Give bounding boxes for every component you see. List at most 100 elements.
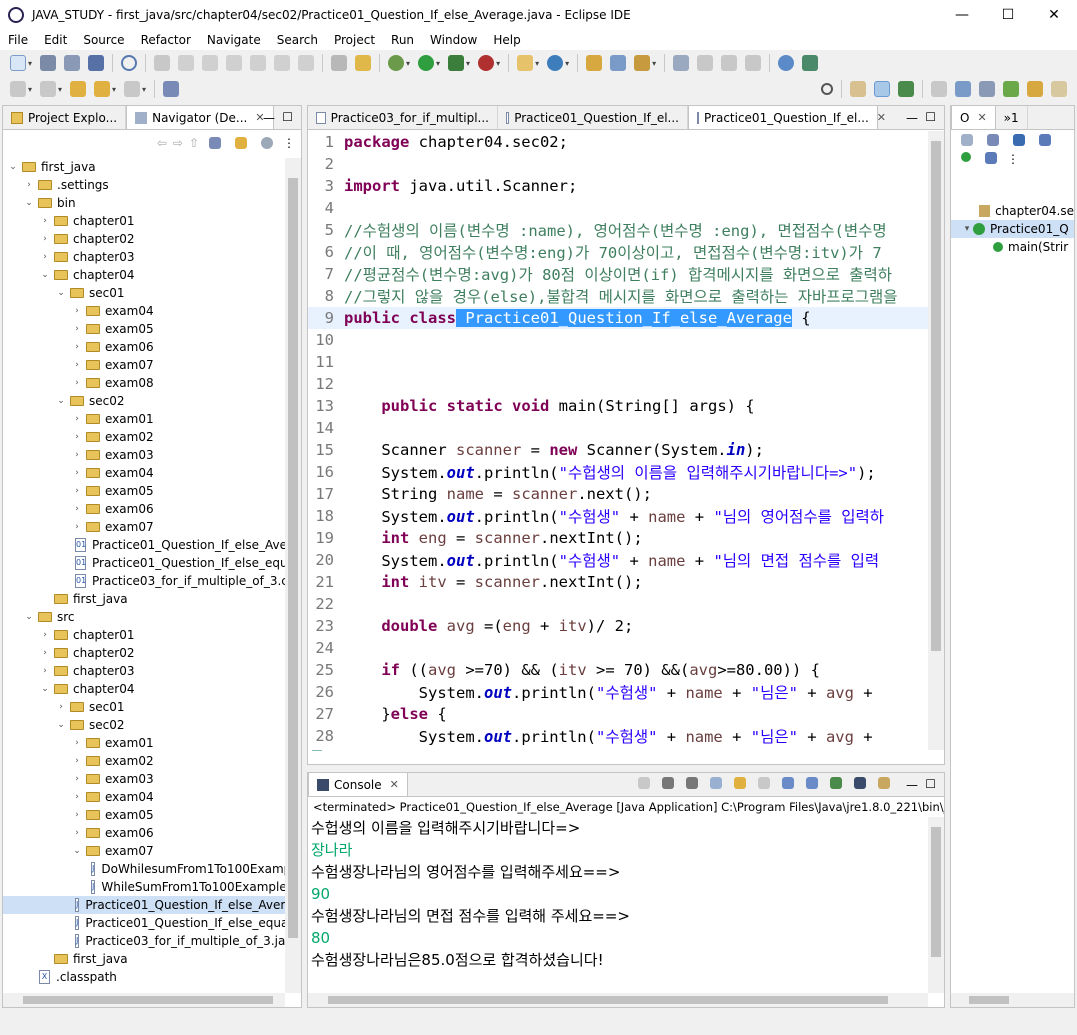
expand-arrow-icon[interactable]: ›	[71, 522, 83, 532]
resume-icon[interactable]	[154, 55, 171, 71]
pin-editor-icon[interactable]	[745, 55, 762, 71]
tree-item[interactable]: › .settings	[3, 176, 287, 194]
tree-item[interactable]: 01 Practice01_Question_If_else_Average.cl…	[3, 536, 287, 554]
expand-arrow-icon[interactable]: ›	[39, 216, 51, 226]
debug-icon[interactable]	[388, 55, 405, 71]
code-line[interactable]: 17 String name = scanner.next();	[308, 483, 928, 505]
tree-item[interactable]: › exam01	[3, 410, 287, 428]
expand-arrow-icon[interactable]: ⌄	[23, 198, 35, 208]
toggle-block-icon[interactable]	[331, 55, 348, 71]
terminal-icon[interactable]	[88, 55, 105, 71]
maximize-console-icon[interactable]: ☐	[925, 777, 936, 791]
tree-item[interactable]: › exam05	[3, 806, 287, 824]
remove-all-icon[interactable]	[686, 777, 698, 789]
last-edit-icon[interactable]	[721, 55, 738, 71]
tree-item[interactable]: J DoWhilesumFrom1To100Example.ja	[3, 860, 287, 878]
maximize-button[interactable]: ☐	[985, 0, 1031, 30]
open-console-icon[interactable]	[878, 777, 890, 789]
menu-source[interactable]: Source	[75, 33, 132, 47]
expand-arrow-icon[interactable]: ›	[71, 486, 83, 496]
menu-navigate[interactable]: Navigate	[199, 33, 269, 47]
tab-outline[interactable]: O ✕	[951, 105, 996, 129]
code-line[interactable]: 18 System.out.println("수험생" + name + "님의…	[308, 505, 928, 527]
declaration-icon[interactable]	[1027, 81, 1043, 97]
expand-arrow-icon[interactable]: ⌄	[7, 162, 19, 172]
code-line[interactable]: 7 //평균점수(변수명:avg)가 80점 이상이면(if) 합격메시지를 화면…	[308, 263, 928, 285]
expand-arrow-icon[interactable]: ›	[39, 252, 51, 262]
menu-run[interactable]: Run	[383, 33, 422, 47]
display-console-icon[interactable]	[854, 777, 866, 789]
tree-item[interactable]: › exam05	[3, 482, 287, 500]
menu-search[interactable]: Search	[269, 33, 326, 47]
outline-menu-icon[interactable]: ⋮	[1007, 152, 1019, 166]
tree-item[interactable]: 01 Practice03_for_if_multiple_of_3.class	[3, 572, 287, 590]
tree-item[interactable]: › chapter03	[3, 662, 287, 680]
expand-arrow-icon[interactable]: ›	[71, 468, 83, 478]
outline-item[interactable]: main(Strir	[951, 238, 1074, 256]
console-vscrollbar[interactable]	[928, 817, 944, 993]
close-icon[interactable]: ✕	[977, 111, 986, 124]
expand-arrow-icon[interactable]: ⌄	[55, 288, 67, 298]
tab-console[interactable]: Console ✕	[308, 772, 408, 796]
tree-item[interactable]: › exam04	[3, 788, 287, 806]
next-annotation-icon[interactable]	[10, 81, 26, 97]
editor-tab-3[interactable]: Practice01_Question_If_el... ✕	[688, 105, 886, 129]
filter-icon[interactable]	[261, 137, 273, 149]
tree-item[interactable]: ⌄ src	[3, 608, 287, 626]
tree-item[interactable]: 01 Practice01_Question_If_else_equals_Id_…	[3, 554, 287, 572]
show-stdout-icon[interactable]	[782, 777, 794, 789]
forward-arrow-icon[interactable]: ⇨	[173, 136, 183, 150]
minimize-button[interactable]: —	[939, 0, 985, 30]
code-line[interactable]: 6 //이 때, 영어점수(변수명:eng)가 70이상이고, 면접점수(변수명:…	[308, 241, 928, 263]
tree-item[interactable]: › exam01	[3, 734, 287, 752]
outline-hscrollbar[interactable]	[951, 993, 1074, 1007]
new-java-project-icon[interactable]	[517, 55, 534, 71]
hide-fields-icon[interactable]	[1013, 134, 1025, 146]
tree-item[interactable]: › exam02	[3, 752, 287, 770]
code-line[interactable]: 9 public class Practice01_Question_If_els…	[308, 307, 928, 329]
java-perspective-icon[interactable]	[874, 81, 890, 97]
hide-local-types-icon[interactable]	[985, 152, 997, 164]
last-edit-location-icon[interactable]	[70, 81, 87, 97]
restore-icon[interactable]	[931, 81, 947, 97]
tree-item[interactable]: ⌄ exam07	[3, 842, 287, 860]
menu-edit[interactable]: Edit	[36, 33, 75, 47]
expand-arrow-icon[interactable]: ›	[39, 648, 51, 658]
tree-item[interactable]: X .classpath	[3, 968, 287, 986]
tab-project-explorer[interactable]: Project Explo...	[3, 106, 127, 129]
outline-view-icon[interactable]	[955, 81, 971, 97]
search-icon[interactable]	[634, 55, 651, 71]
expand-arrow-icon[interactable]: ▾	[961, 224, 973, 234]
new-icon[interactable]	[10, 55, 26, 71]
tree-item[interactable]: › exam04	[3, 464, 287, 482]
tree-item[interactable]: first_java	[3, 590, 287, 608]
tree-item[interactable]: ⌄ chapter04	[3, 680, 287, 698]
maximize-view-icon[interactable]: ☐	[282, 110, 293, 124]
back-icon[interactable]	[94, 81, 111, 97]
expand-arrow-icon[interactable]: ›	[71, 504, 83, 514]
expand-arrow-icon[interactable]: ›	[23, 180, 35, 190]
expand-arrow-icon[interactable]: ›	[71, 324, 83, 334]
tree-item[interactable]: ⌄ first_java	[3, 158, 287, 176]
tree-item[interactable]: J Practice01_Question_If_else_equals_Id_F	[3, 914, 287, 932]
task-list-icon[interactable]	[979, 81, 995, 97]
expand-arrow-icon[interactable]: ›	[39, 234, 51, 244]
scroll-lock-icon[interactable]	[734, 777, 746, 789]
tree-item[interactable]: › exam06	[3, 500, 287, 518]
maximize-editor-icon[interactable]	[163, 81, 180, 97]
tree-item[interactable]: › chapter02	[3, 230, 287, 248]
code-line[interactable]: 11	[308, 351, 928, 373]
expand-arrow-icon[interactable]: ›	[71, 342, 83, 352]
expand-arrow-icon[interactable]: ›	[71, 756, 83, 766]
word-wrap-icon[interactable]	[758, 777, 770, 789]
terminate-icon[interactable]	[638, 777, 650, 789]
clear-console-icon[interactable]	[710, 777, 722, 789]
expand-arrow-icon[interactable]: ⌄	[71, 846, 83, 856]
expand-arrow-icon[interactable]: ›	[39, 666, 51, 676]
code-line[interactable]: 12	[308, 373, 928, 395]
code-line[interactable]: 26 System.out.println("수험생" + name + "님은…	[308, 681, 928, 703]
save-icon[interactable]	[40, 55, 57, 71]
annotation-prev-icon[interactable]	[697, 55, 714, 71]
tree-item[interactable]: › chapter03	[3, 248, 287, 266]
tree-item[interactable]: first_java	[3, 950, 287, 968]
